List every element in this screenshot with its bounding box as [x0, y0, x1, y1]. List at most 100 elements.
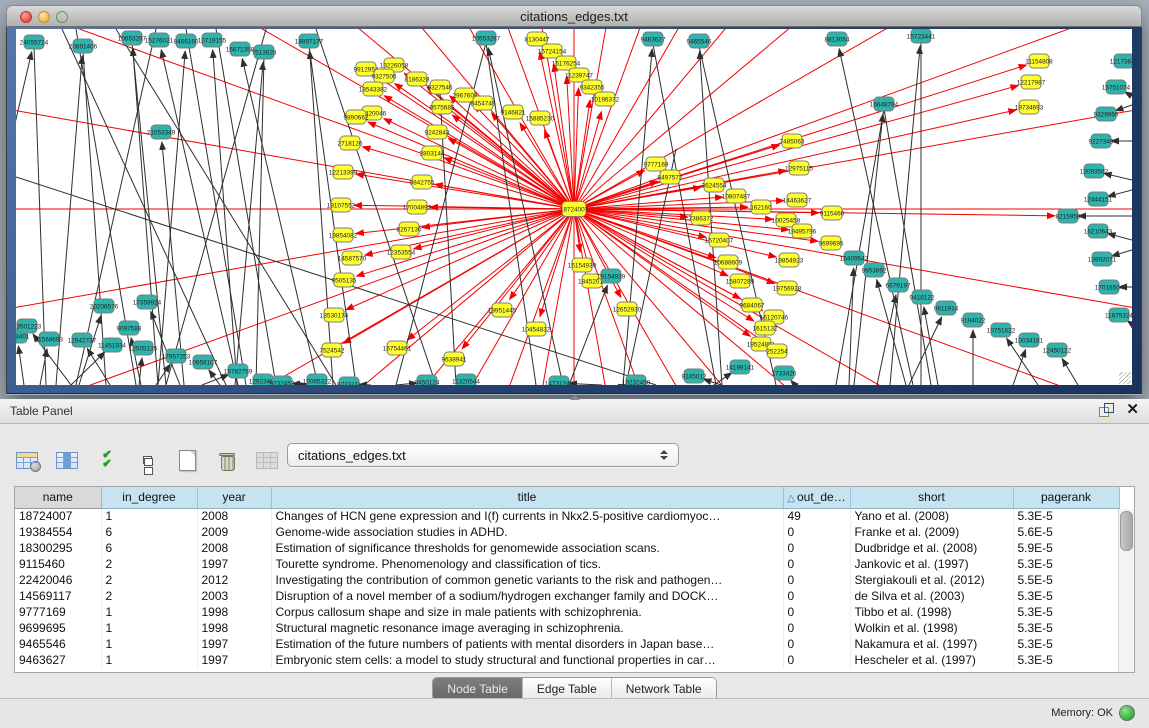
network-node[interactable]: 19734693	[1015, 100, 1044, 114]
column-header-short[interactable]: short	[850, 487, 1013, 508]
column-header-year[interactable]: year	[197, 487, 271, 508]
network-node[interactable]: 2718126	[338, 136, 363, 150]
table-cell[interactable]: 14569117	[15, 588, 101, 604]
network-node[interactable]: 3624554	[702, 178, 727, 192]
column-header-name[interactable]: name	[15, 487, 101, 508]
table-cell[interactable]: Hescheler et al. (1997)	[850, 652, 1013, 668]
table-cell[interactable]: 9463627	[15, 652, 101, 668]
table-cell[interactable]: 19384554	[15, 524, 101, 540]
network-node[interactable]: 7485063	[780, 134, 805, 148]
network-node[interactable]: 11675324	[1105, 308, 1132, 322]
network-node[interactable]: 8267130	[397, 222, 422, 236]
memory-status-icon[interactable]	[1119, 705, 1135, 721]
network-node[interactable]: 19495796	[788, 224, 817, 238]
table-cell[interactable]: 9115460	[15, 556, 101, 572]
table-cell[interactable]: Jankovic et al. (1997)	[850, 556, 1013, 572]
network-node[interactable]: 12213399	[329, 165, 358, 179]
network-node[interactable]: 10719155	[198, 33, 227, 47]
network-node[interactable]: 12353554	[387, 245, 416, 259]
table-cell[interactable]: 2	[101, 556, 197, 572]
split-grip-icon[interactable]	[570, 395, 580, 400]
table-cell[interactable]: 0	[783, 620, 850, 636]
delete-table-icon[interactable]	[214, 447, 240, 473]
network-node[interactable]: 12173648	[1110, 54, 1132, 68]
network-node[interactable]: 15276021	[145, 33, 174, 47]
network-node[interactable]: 10553287	[472, 31, 501, 45]
table-cell[interactable]: 18300295	[15, 540, 101, 556]
network-node[interactable]: 9638941	[442, 352, 467, 366]
table-cell[interactable]: Estimation of significance thresholds fo…	[271, 540, 783, 556]
network-node[interactable]: 21053349	[147, 125, 176, 139]
network-node[interactable]: 17957253	[162, 349, 191, 363]
network-node[interactable]: 9777169	[644, 157, 669, 171]
network-node[interactable]: 10807487	[722, 189, 751, 203]
table-cell[interactable]: 1	[101, 604, 197, 620]
table-cell[interactable]: 49	[783, 508, 850, 524]
network-node[interactable]: 252254	[766, 344, 788, 358]
network-node[interactable]: 12093582	[1080, 164, 1109, 178]
network-node[interactable]: 14463627	[783, 193, 812, 207]
table-cell[interactable]: Estimation of the future numbers of pati…	[271, 636, 783, 652]
network-node[interactable]: 9890662	[344, 110, 369, 124]
table-cell[interactable]: 5.3E-5	[1013, 508, 1119, 524]
network-node[interactable]: 15807289	[726, 274, 755, 288]
column-display-icon[interactable]	[54, 447, 80, 473]
table-panel-header[interactable]: Table Panel ✕	[0, 399, 1149, 424]
network-node[interactable]: 12975115	[785, 161, 813, 175]
network-node[interactable]: 11154808	[1025, 54, 1053, 68]
table-cell[interactable]: 5.3E-5	[1013, 652, 1119, 668]
canvas-resize-grip[interactable]	[1119, 372, 1131, 384]
network-node[interactable]: 2803144	[420, 146, 445, 160]
table-cell[interactable]: 1997	[197, 652, 271, 668]
tab-node-table[interactable]: Node Table	[433, 678, 523, 700]
network-node[interactable]: 9953892	[862, 263, 887, 277]
tab-edge-table[interactable]: Edge Table	[523, 678, 612, 700]
network-node[interactable]: 16782759	[224, 364, 253, 378]
network-node[interactable]: 8497572	[658, 170, 683, 184]
network-node[interactable]: 12444151	[1084, 192, 1113, 206]
new-table-icon[interactable]	[174, 447, 200, 473]
table-cell[interactable]: 1	[101, 636, 197, 652]
network-node[interactable]: 9245012	[682, 369, 707, 383]
table-cell[interactable]: 6	[101, 540, 197, 556]
row-options-icon[interactable]	[134, 447, 160, 473]
network-node[interactable]: 16671358	[226, 42, 255, 56]
table-cell[interactable]: 0	[783, 524, 850, 540]
network-node[interactable]: 10653287	[118, 31, 147, 45]
network-node[interactable]: 8813054	[825, 32, 850, 46]
network-node[interactable]: 8454749	[471, 96, 496, 110]
table-cell[interactable]: 2003	[197, 588, 271, 604]
network-table-dropdown[interactable]: citations_edges.txt	[287, 443, 679, 467]
network-node[interactable]: 12217987	[1017, 75, 1046, 89]
table-cell[interactable]: 5.9E-5	[1013, 540, 1119, 556]
network-node[interactable]: 18543382	[359, 82, 388, 96]
network-node[interactable]: 14587570	[338, 251, 367, 265]
network-node[interactable]: 10034181	[1015, 333, 1044, 347]
table-cell[interactable]: 5.3E-5	[1013, 620, 1119, 636]
network-node[interactable]: 8466160	[174, 34, 199, 48]
table-cell[interactable]: 1998	[197, 620, 271, 636]
network-node[interactable]: 20206576	[90, 299, 119, 313]
network-node[interactable]: 9575685	[430, 100, 455, 114]
float-window-icon[interactable]	[1099, 403, 1114, 417]
network-canvas[interactable]: 9912954132260589327506818632893275461854…	[16, 29, 1132, 385]
table-cell[interactable]: 5.5E-5	[1013, 572, 1119, 588]
column-header-pagerank[interactable]: pagerank	[1013, 487, 1119, 508]
table-cell[interactable]: Nakamura et al. (1997)	[850, 636, 1013, 652]
network-node[interactable]: 9450124	[415, 375, 440, 385]
select-all-icon[interactable]: ✔✔	[94, 447, 120, 473]
table-cell[interactable]: Disruption of a novel member of a sodium…	[271, 588, 783, 604]
network-node[interactable]: 9684067	[740, 298, 765, 312]
network-node[interactable]: 11451934	[98, 338, 126, 352]
network-hub-node[interactable]: 18724007	[560, 202, 589, 217]
network-node[interactable]: 19854923	[775, 253, 804, 267]
column-header-in_degree[interactable]: in_degree	[101, 487, 197, 508]
table-cell[interactable]: Yano et al. (2008)	[850, 508, 1013, 524]
network-node[interactable]: 14731245	[545, 376, 574, 385]
table-cell[interactable]: 1997	[197, 636, 271, 652]
network-node[interactable]: 17004893	[403, 200, 432, 214]
table-cell[interactable]: 0	[783, 556, 850, 572]
network-node[interactable]: 9327506	[372, 69, 397, 83]
network-node[interactable]: 15751074	[1102, 80, 1131, 94]
network-node[interactable]: 24055724	[20, 35, 49, 49]
